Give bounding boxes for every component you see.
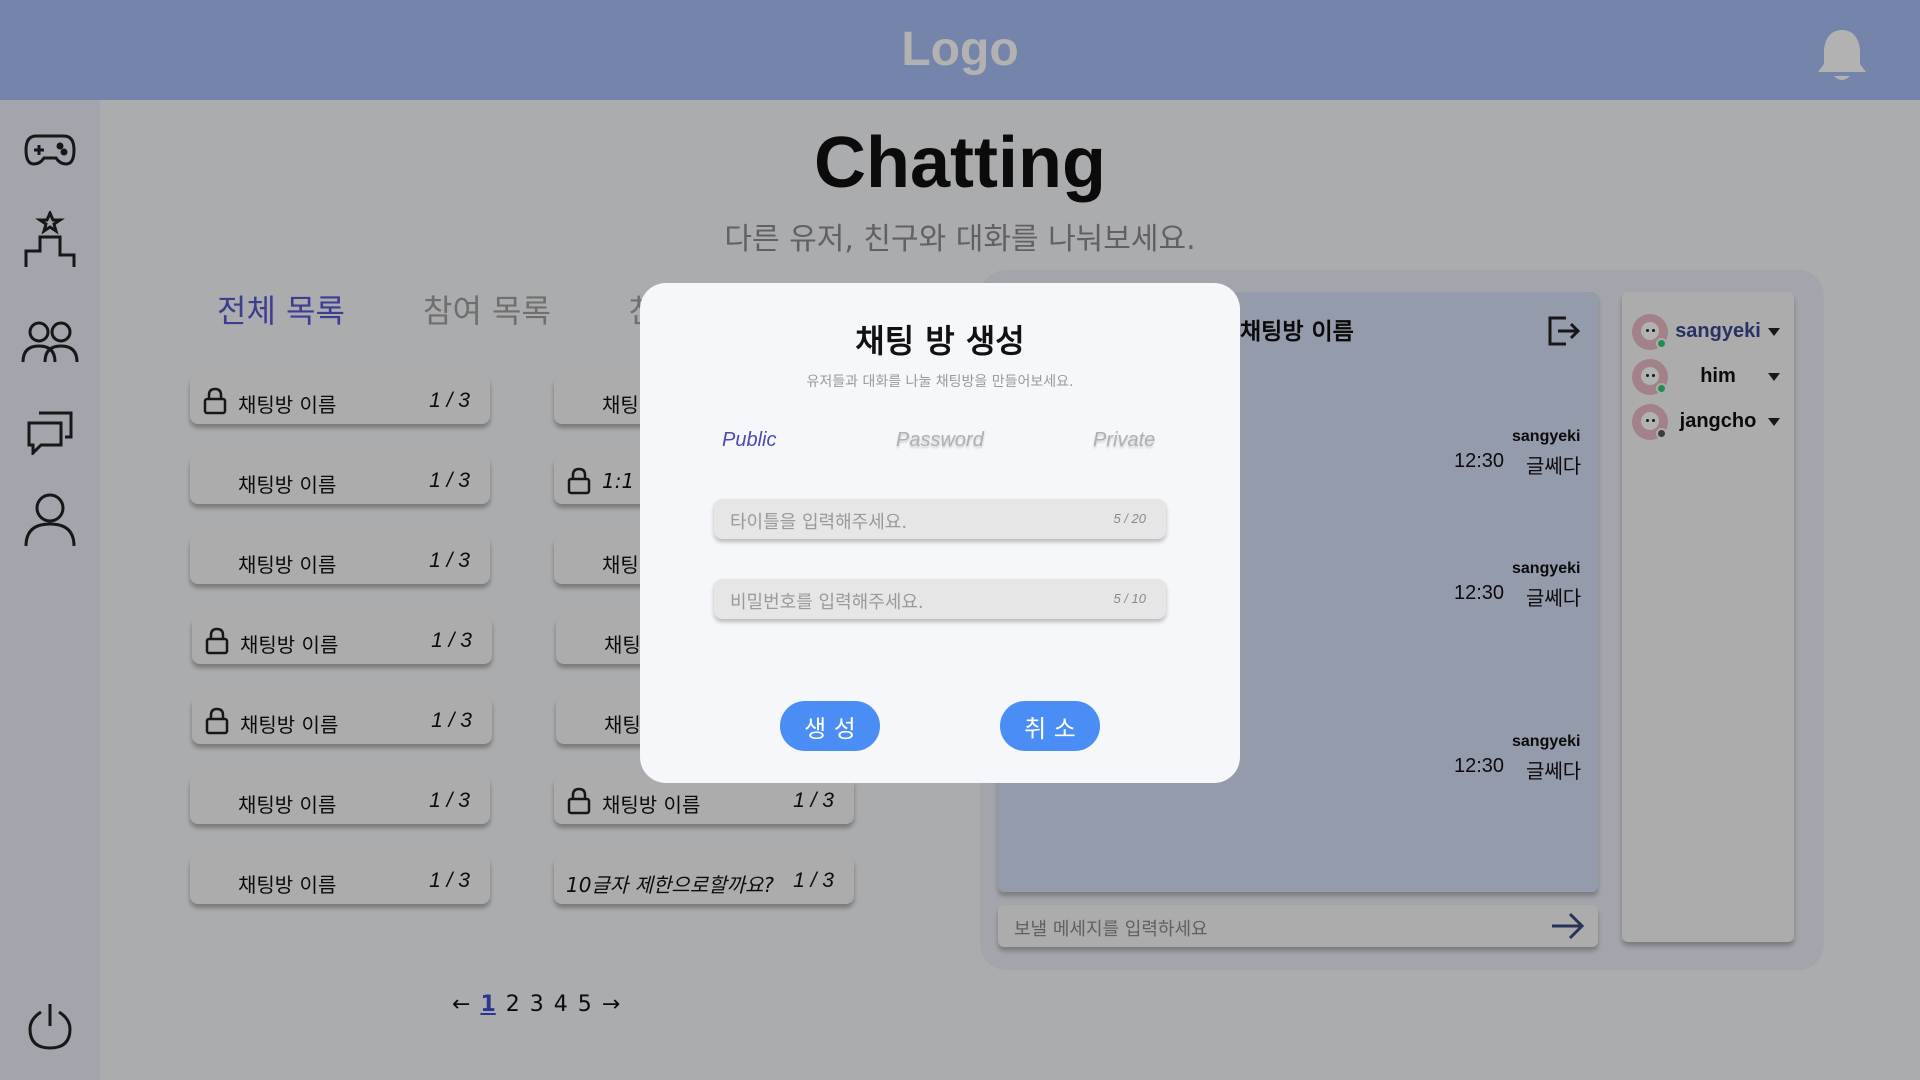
tab-password[interactable]: Password [896, 429, 984, 452]
title-char-counter: 5 / 20 [1113, 511, 1146, 526]
room-title-input[interactable]: 타이틀을 입력해주세요. 5 / 20 [714, 499, 1166, 539]
room-password-placeholder: 비밀번호를 입력해주세요. [730, 592, 924, 613]
room-password-input[interactable]: 비밀번호를 입력해주세요. 5 / 10 [714, 579, 1166, 619]
tab-private[interactable]: Private [1093, 429, 1155, 452]
modal-title: 채팅 방 생성 [855, 322, 1025, 360]
room-title-placeholder: 타이틀을 입력해주세요. [730, 512, 908, 533]
cancel-button[interactable]: 취 소 [1000, 701, 1100, 751]
tab-public[interactable]: Public [722, 429, 776, 452]
password-char-counter: 5 / 10 [1113, 591, 1146, 606]
create-button[interactable]: 생 성 [780, 701, 880, 751]
modal-subtitle: 유저들과 대화를 나눌 채팅방을 만들어보세요. [806, 374, 1074, 390]
